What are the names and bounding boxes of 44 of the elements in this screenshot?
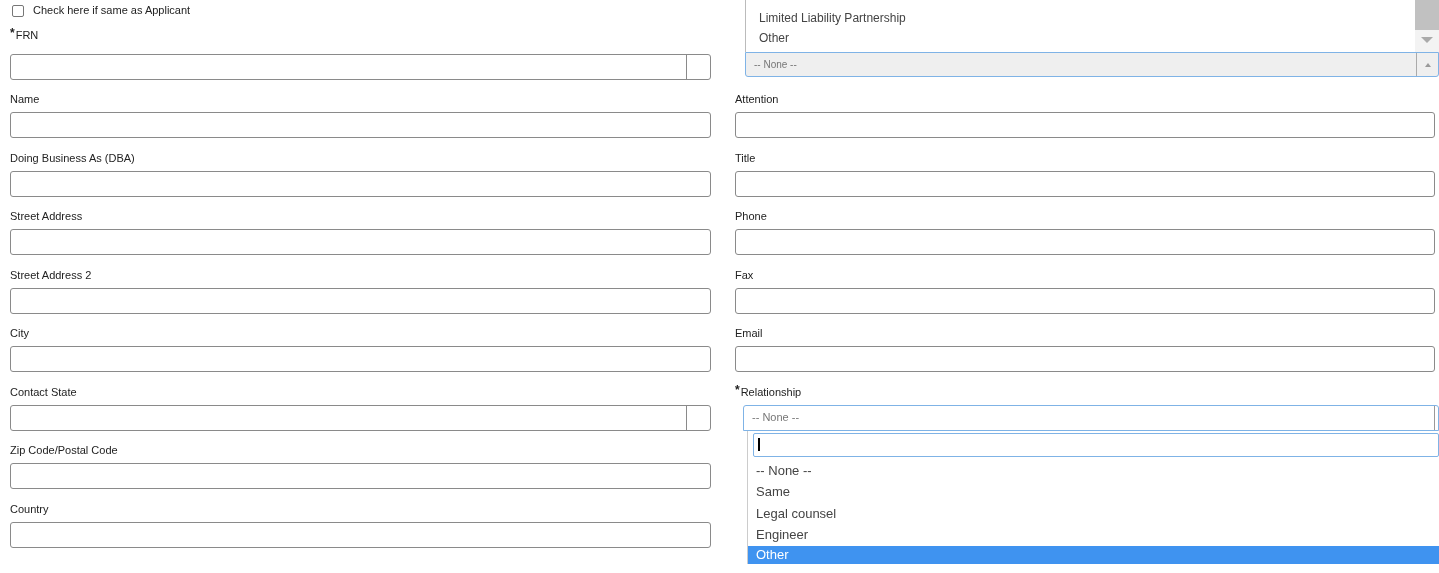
field-label: Name — [10, 92, 40, 107]
field-label: Street Address 2 — [10, 267, 92, 283]
dropdown-option[interactable]: Legal counsel — [748, 502, 1439, 524]
field-label: Street Address — [10, 209, 83, 224]
field-label: City — [10, 326, 29, 341]
field-label: FRN — [15, 28, 39, 43]
field-label: Attention — [735, 92, 779, 107]
text-cursor-icon — [758, 438, 760, 451]
field-label: Phone — [735, 209, 767, 224]
input-field[interactable] — [735, 287, 1435, 314]
select-field[interactable]: -- None -- — [743, 404, 1439, 431]
input-field[interactable] — [10, 112, 711, 138]
select-field[interactable]: -- None -- — [745, 52, 1439, 77]
dropdown-option[interactable]: Limited Liability Partnership — [746, 9, 1415, 29]
dropdown-option[interactable]: Engineer — [748, 524, 1439, 546]
input-field[interactable] — [735, 170, 1435, 197]
input-field[interactable] — [10, 463, 711, 489]
input-field[interactable] — [10, 521, 711, 548]
input-field[interactable] — [10, 287, 711, 314]
dropdown-option[interactable]: Other — [746, 28, 1415, 48]
field-label: Country — [10, 501, 49, 517]
required-asterisk: * — [735, 383, 740, 396]
field-label: Fax — [735, 267, 754, 283]
checkbox-label: Check here if same as Applicant — [33, 3, 191, 19]
required-asterisk: * — [10, 27, 15, 39]
scroll-down-arrow-icon[interactable] — [1421, 37, 1433, 43]
input-field[interactable] — [735, 346, 1435, 372]
field-label: Zip Code/Postal Code — [10, 443, 118, 458]
input-field[interactable] — [10, 170, 711, 197]
input-field[interactable] — [735, 229, 1435, 255]
dropdown-option[interactable]: -- None -- — [748, 459, 1439, 481]
field-label: Relationship — [740, 384, 802, 400]
checkbox[interactable] — [12, 4, 24, 17]
field-label: Title — [735, 150, 756, 166]
field-label: Contact State — [10, 384, 77, 400]
caret-up-icon — [1424, 62, 1431, 67]
input-field[interactable] — [735, 112, 1435, 138]
dropdown-option[interactable]: Same — [748, 481, 1439, 503]
search-field[interactable] — [753, 432, 1439, 457]
scrollbar[interactable] — [1415, 0, 1439, 52]
input-field[interactable] — [10, 229, 711, 255]
input-field[interactable] — [10, 346, 711, 372]
field-label: Doing Business As (DBA) — [10, 150, 135, 166]
field-label: Email — [735, 326, 763, 341]
